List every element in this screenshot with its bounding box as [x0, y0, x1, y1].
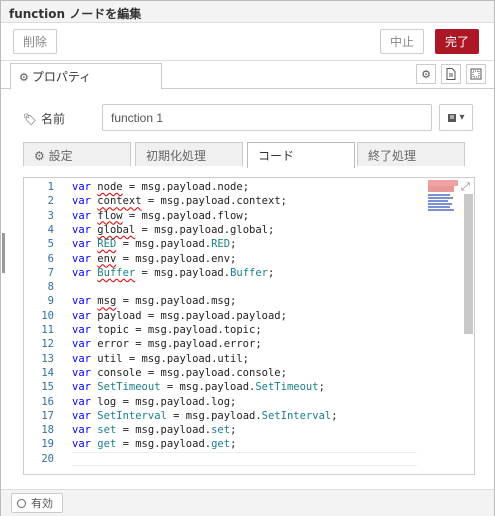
- line-number: 3: [47, 209, 54, 222]
- line-number: 18: [41, 424, 54, 437]
- code-line[interactable]: 16 var log = msg.payload.log;: [24, 395, 464, 409]
- minimap[interactable]: [428, 179, 464, 215]
- code-text: var util = msg.payload.util;: [72, 352, 250, 365]
- line-number: 5: [47, 238, 54, 251]
- code-text: var topic = msg.payload.topic;: [72, 324, 262, 336]
- editor-scrollbar[interactable]: [464, 194, 473, 334]
- line-number: 19: [41, 438, 54, 451]
- line-number: 12: [41, 338, 54, 351]
- line-number: 11: [41, 324, 54, 336]
- subtab-init[interactable]: 初期化処理: [135, 142, 243, 166]
- layout-icon: [470, 68, 482, 80]
- code-editor[interactable]: 1 var node = msg.payload.node; 2 var contex…: [23, 177, 475, 475]
- code-line[interactable]: 1 var node = msg.payload.node;: [24, 180, 464, 194]
- code-text: var log = msg.payload.log;: [72, 395, 237, 408]
- description-tab-button[interactable]: [441, 64, 461, 84]
- subtab-settings[interactable]: ⚙ 設定: [23, 142, 131, 166]
- expand-icon[interactable]: ⤢: [461, 180, 470, 194]
- code-line[interactable]: 11 var topic = msg.payload.topic;: [24, 323, 464, 337]
- code-text: var context = msg.payload.context;: [72, 195, 287, 208]
- tabs-bar: ⚙ プロパティ ⚙: [1, 61, 494, 90]
- code-line[interactable]: 19 var get = msg.payload.get;: [24, 437, 464, 451]
- code-text: var console = msg.payload.console;: [72, 366, 287, 379]
- code-text: var global = msg.payload.global;: [72, 223, 275, 236]
- name-label: 🏷 名前: [23, 110, 65, 127]
- line-number: 20: [41, 452, 54, 465]
- appearance-tab-button[interactable]: [466, 64, 486, 84]
- code-line[interactable]: 8: [24, 280, 464, 294]
- line-number: 17: [41, 409, 54, 422]
- line-number: 1: [47, 181, 54, 193]
- tab-properties[interactable]: ⚙ プロパティ: [10, 63, 162, 90]
- gear-icon: ⚙: [34, 149, 45, 163]
- line-number: 10: [41, 309, 54, 322]
- icon-select-button[interactable]: ▾: [439, 104, 473, 131]
- line-number: 9: [47, 295, 54, 308]
- line-number: 4: [47, 223, 54, 236]
- circle-icon: [17, 498, 26, 508]
- name-row: 🏷名前 ▾: [1, 104, 494, 132]
- settings-tab-button[interactable]: ⚙: [416, 64, 436, 84]
- subtab-code[interactable]: コード: [247, 142, 355, 168]
- code-line[interactable]: 6 var env = msg.payload.env;: [24, 252, 464, 266]
- cancel-button[interactable]: 中止: [380, 29, 424, 54]
- code-text: var Buffer = msg.payload.Buffer;: [72, 266, 275, 279]
- code-line[interactable]: 9 var msg = msg.payload.msg;: [24, 294, 464, 308]
- code-text: var msg = msg.payload.msg;: [72, 295, 237, 308]
- line-number: 8: [47, 281, 54, 294]
- code-line[interactable]: 2 var context = msg.payload.context;: [24, 194, 464, 208]
- resize-handle[interactable]: [2, 233, 5, 273]
- code-text: var SetTimeout = msg.payload.SetTimeout;: [72, 381, 325, 394]
- tag-icon: 🏷: [23, 113, 37, 126]
- code-line[interactable]: 13 var util = msg.payload.util;: [24, 352, 464, 366]
- code-line[interactable]: 12 var error = msg.payload.error;: [24, 337, 464, 351]
- subtabs: ⚙ 設定 初期化処理 コード 終了処理: [23, 142, 473, 168]
- tab-properties-label: プロパティ: [31, 70, 92, 84]
- line-number: 2: [47, 195, 54, 208]
- code-line[interactable]: 15 var SetTimeout = msg.payload.SetTimeou…: [24, 380, 464, 394]
- tray-toolbar: 削除 中止 完了: [1, 23, 494, 61]
- code-text: var payload = msg.payload.payload;: [72, 309, 287, 322]
- line-number: 6: [47, 252, 54, 265]
- code-text: var get = msg.payload.get;: [72, 438, 237, 451]
- code-line[interactable]: 14 var console = msg.payload.console;: [24, 366, 464, 380]
- gear-icon: ⚙: [19, 71, 29, 84]
- subtab-settings-label: 設定: [48, 149, 73, 163]
- code-line[interactable]: 10 var payload = msg.payload.payload;: [24, 309, 464, 323]
- line-number: 14: [41, 366, 54, 379]
- line-number: 13: [41, 352, 54, 365]
- code-line[interactable]: 18 var set = msg.payload.set;: [24, 423, 464, 437]
- name-label-text: 名前: [40, 112, 65, 126]
- code-text: var error = msg.payload.error;: [72, 338, 262, 351]
- code-line[interactable]: 4 var global = msg.payload.global;: [24, 223, 464, 237]
- current-line-highlight: [72, 451, 417, 466]
- caret-down-icon: ▾: [459, 112, 465, 123]
- tray-footer: 有効: [1, 489, 494, 516]
- code-text: var env = msg.payload.env;: [72, 252, 237, 265]
- book-icon: [448, 113, 457, 122]
- document-icon: [446, 68, 456, 80]
- name-input[interactable]: [102, 104, 432, 131]
- line-number: 16: [41, 395, 54, 408]
- gear-icon: ⚙: [421, 67, 431, 81]
- code-line[interactable]: 3 var flow = msg.payload.flow;: [24, 209, 464, 223]
- done-button[interactable]: 完了: [435, 29, 479, 54]
- tray-title: function ノードを編集: [1, 1, 494, 23]
- line-number: 7: [47, 266, 54, 279]
- delete-button[interactable]: 削除: [13, 29, 57, 54]
- code-text: var flow = msg.payload.flow;: [72, 209, 250, 222]
- code-line[interactable]: 20: [24, 451, 464, 466]
- code-text: var RED = msg.payload.RED;: [72, 238, 237, 251]
- code-line[interactable]: 7 var Buffer = msg.payload.Buffer;: [24, 266, 464, 280]
- line-number: 15: [41, 381, 54, 394]
- code-line[interactable]: 17 var SetInterval = msg.payload.SetInter…: [24, 409, 464, 423]
- edit-tray: function ノードを編集 削除 中止 完了 ⚙プロパティ ⚙ 🏷名前 ▾ …: [0, 0, 495, 516]
- subtab-finalize[interactable]: 終了処理: [357, 142, 465, 166]
- enable-toggle[interactable]: 有効: [11, 493, 63, 513]
- code-text: var SetInterval = msg.payload.SetInterva…: [72, 409, 338, 422]
- code-text: var set = msg.payload.set;: [72, 424, 237, 437]
- code-line[interactable]: 5 var RED = msg.payload.RED;: [24, 237, 464, 251]
- enable-label: 有効: [31, 497, 53, 510]
- code-text: var node = msg.payload.node;: [72, 181, 250, 193]
